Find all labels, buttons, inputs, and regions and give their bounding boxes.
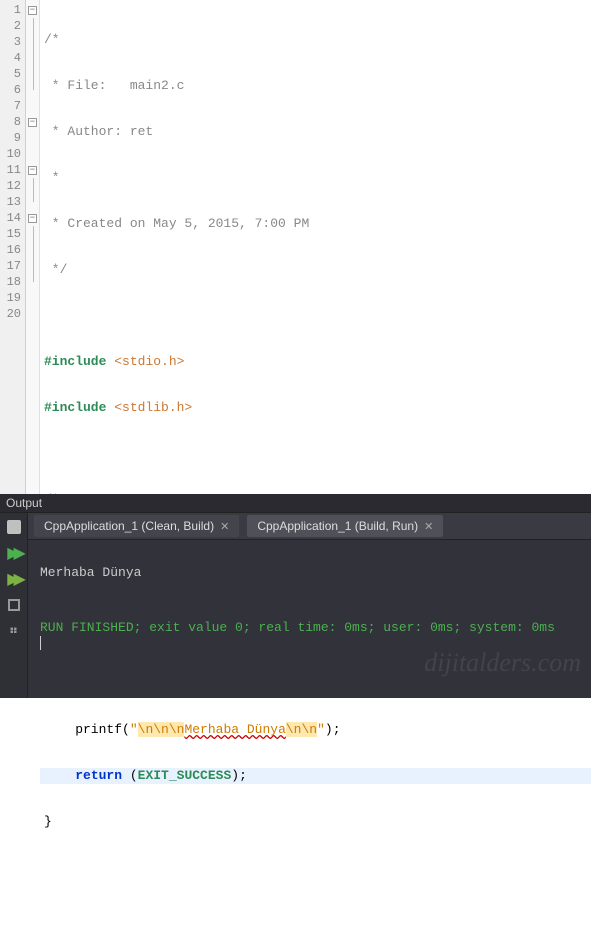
tab-label: CppApplication_1 (Build, Run)	[257, 519, 418, 533]
console-line: Merhaba Dünya	[40, 565, 579, 580]
line-number-gutter: 1 2 3 4 5 6 7 8 9 10 11 12 13 14 15 16 1…	[0, 0, 26, 494]
run-button[interactable]: ▶▶	[4, 543, 24, 563]
console-output[interactable]: Merhaba Dünya RUN FINISHED; exit value 0…	[28, 540, 591, 698]
rerun-button[interactable]: ▶▶	[4, 569, 24, 589]
output-tabs: CppApplication_1 (Clean, Build) ✕ CppApp…	[28, 513, 591, 540]
tab-clean-build[interactable]: CppApplication_1 (Clean, Build) ✕	[34, 515, 239, 537]
close-icon[interactable]: ✕	[220, 520, 229, 533]
stop-button[interactable]	[4, 517, 24, 537]
current-line: return (EXIT_SUCCESS);	[40, 768, 591, 784]
terminal-button[interactable]	[4, 595, 24, 615]
fold-toggle-icon[interactable]: −	[28, 118, 37, 127]
output-title: Output	[0, 494, 591, 513]
close-icon[interactable]: ✕	[424, 520, 433, 533]
watermark: dijitalders.com	[424, 648, 581, 678]
code-editor[interactable]: 1 2 3 4 5 6 7 8 9 10 11 12 13 14 15 16 1…	[0, 0, 591, 494]
fold-toggle-icon[interactable]: −	[28, 166, 37, 175]
tab-build-run[interactable]: CppApplication_1 (Build, Run) ✕	[247, 515, 443, 537]
code-content[interactable]: /* * File: main2.c * Author: ret * * Cre…	[40, 0, 591, 494]
run-finished-line: RUN FINISHED; exit value 0; real time: 0…	[40, 620, 579, 635]
fold-toggle-icon[interactable]: −	[28, 6, 37, 15]
fold-toggle-icon[interactable]: −	[28, 214, 37, 223]
tab-label: CppApplication_1 (Clean, Build)	[44, 519, 214, 533]
options-button[interactable]: ▪▪▪▪	[4, 621, 24, 641]
output-toolbar: ▶▶ ▶▶ ▪▪▪▪	[0, 513, 28, 698]
output-panel: Output ▶▶ ▶▶ ▪▪▪▪ CppApplication_1 (Clea…	[0, 494, 591, 698]
fold-gutter: − − − −	[26, 0, 40, 494]
cursor	[40, 636, 41, 650]
